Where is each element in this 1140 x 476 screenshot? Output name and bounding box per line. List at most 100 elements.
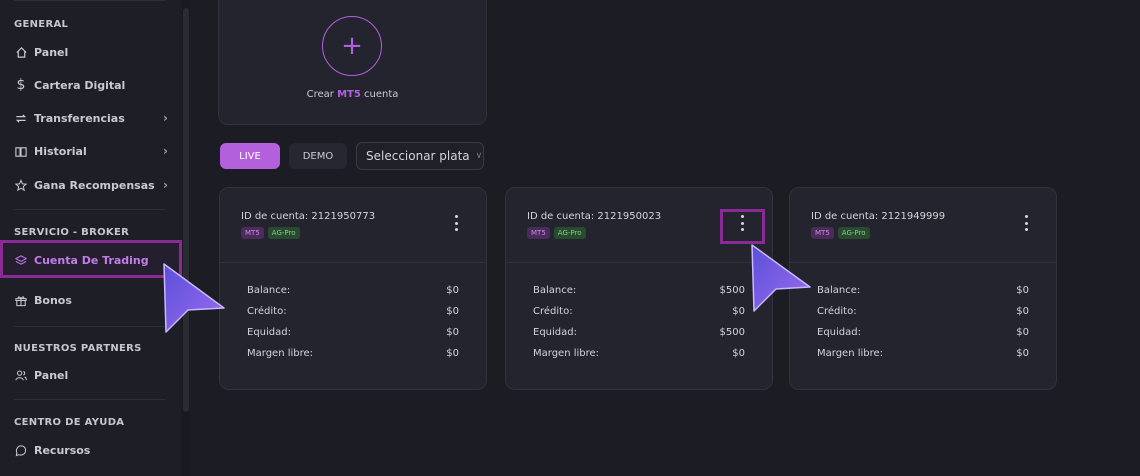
- more-options-icon[interactable]: [1022, 215, 1030, 231]
- row-balance: Balance: $0: [817, 285, 1029, 299]
- card-divider: [220, 262, 486, 263]
- row-label: Balance:: [817, 285, 861, 296]
- row-value: $0: [1016, 285, 1029, 296]
- gift-icon: [14, 293, 28, 307]
- cursor-arrow-icon: [163, 263, 225, 333]
- sidebar-divider: [14, 399, 166, 400]
- tab-demo[interactable]: DEMO: [289, 143, 347, 169]
- row-value: $0: [1016, 348, 1029, 359]
- sidebar-item-cuenta-de-trading[interactable]: Cuenta De Trading: [14, 250, 168, 270]
- row-value: $0: [446, 306, 459, 317]
- row-value: $500: [719, 285, 745, 296]
- sidebar-item-transferencias[interactable]: Transferencias ›: [14, 108, 168, 128]
- sidebar-item-panel[interactable]: Panel: [14, 42, 168, 62]
- create-account-label: Crear MT5 cuenta: [219, 89, 486, 100]
- sidebar-item-label: Historial: [34, 144, 87, 158]
- row-label: Equidad:: [533, 327, 577, 338]
- sidebar-divider: [14, 326, 166, 327]
- sidebar-item-label: Recursos: [34, 443, 91, 457]
- badge-mt5: MT5: [527, 227, 550, 239]
- sidebar-item-label: Cartera Digital: [34, 78, 126, 92]
- row-value: $0: [1016, 306, 1029, 317]
- sidebar-item-bonos[interactable]: Bonos: [14, 290, 168, 310]
- sidebar-item-label: Gana Recompensas: [34, 178, 155, 192]
- account-id: ID de cuenta: 2121950773: [241, 211, 376, 222]
- sidebar-item-gana-recompensas[interactable]: Gana Recompensas ›: [14, 175, 168, 195]
- badge-ag-pro: AG-Pro: [837, 227, 870, 239]
- chevron-right-icon: ›: [163, 144, 168, 158]
- dollar-icon: $: [16, 77, 26, 93]
- row-equidad: Equidad: $0: [247, 327, 459, 341]
- row-label: Balance:: [533, 285, 577, 296]
- row-label: Crédito:: [533, 306, 573, 317]
- account-card[interactable]: ID de cuenta: 2121950773 MT5 AG-Pro Bala…: [219, 187, 487, 390]
- row-margen-libre: Margen libre: $0: [533, 348, 745, 362]
- create-platform: MT5: [337, 89, 361, 100]
- badge-mt5: MT5: [241, 227, 264, 239]
- row-equidad: Equidad: $0: [817, 327, 1029, 341]
- card-divider: [506, 262, 772, 263]
- create-account-card[interactable]: + Crear MT5 cuenta: [218, 0, 487, 125]
- sidebar-item-label: Panel: [34, 368, 69, 382]
- create-prefix: Crear: [306, 89, 334, 100]
- row-value: $0: [446, 285, 459, 296]
- row-label: Equidad:: [247, 327, 291, 338]
- sidebar-item-cartera-digital[interactable]: $ Cartera Digital: [14, 75, 168, 95]
- create-suffix: cuenta: [364, 89, 399, 100]
- row-balance: Balance: $500: [533, 285, 745, 299]
- cursor-arrow-icon: [751, 244, 811, 312]
- row-value: $0: [732, 348, 745, 359]
- account-id: ID de cuenta: 2121950023: [527, 211, 662, 222]
- sidebar-item-label: Panel: [34, 45, 69, 59]
- badge-ag-pro: AG-Pro: [553, 227, 586, 239]
- account-card[interactable]: ID de cuenta: 2121949999 MT5 AG-Pro Bala…: [789, 187, 1057, 390]
- row-value: $500: [719, 327, 745, 338]
- badge-ag-pro: AG-Pro: [267, 227, 300, 239]
- row-margen-libre: Margen libre: $0: [817, 348, 1029, 362]
- sidebar-item-label: Transferencias: [34, 111, 125, 125]
- sidebar-divider: [14, 0, 166, 1]
- sidebar-item-label: Bonos: [34, 293, 72, 307]
- row-value: $0: [446, 327, 459, 338]
- users-icon: [14, 368, 28, 382]
- row-value: $0: [446, 348, 459, 359]
- chevron-down-icon: ∨: [475, 151, 483, 161]
- row-label: Balance:: [247, 285, 291, 296]
- sidebar-item-historial[interactable]: Historial ›: [14, 141, 168, 161]
- sidebar-scrollbar-thumb[interactable]: [183, 8, 189, 412]
- row-equidad: Equidad: $500: [533, 327, 745, 341]
- chevron-right-icon: ›: [163, 111, 168, 125]
- section-title-nuestros-partners: NUESTROS PARTNERS: [14, 343, 142, 354]
- book-icon: [14, 144, 28, 158]
- row-label: Margen libre:: [533, 348, 600, 359]
- more-options-icon[interactable]: [452, 215, 460, 231]
- row-value: $0: [732, 306, 745, 317]
- platform-select-value: Seleccionar plata: [366, 149, 470, 163]
- row-credito: Crédito: $0: [817, 306, 1029, 320]
- card-divider: [790, 262, 1056, 263]
- sidebar-item-partners-panel[interactable]: Panel: [14, 365, 168, 385]
- row-label: Crédito:: [247, 306, 287, 317]
- badge-mt5: MT5: [811, 227, 834, 239]
- sidebar-item-recursos[interactable]: Recursos: [14, 440, 168, 460]
- platform-select[interactable]: Seleccionar plata ∨: [356, 142, 484, 170]
- section-title-servicio-broker: SERVICIO - BROKER: [14, 227, 130, 238]
- star-icon: [14, 178, 28, 192]
- sidebar-divider: [14, 209, 166, 210]
- help-icon: [14, 443, 28, 457]
- plus-icon[interactable]: +: [322, 16, 382, 76]
- chevron-right-icon: ›: [163, 178, 168, 192]
- sidebar-item-label: Cuenta De Trading: [34, 253, 149, 267]
- row-label: Crédito:: [817, 306, 857, 317]
- row-value: $0: [1016, 327, 1029, 338]
- row-margen-libre: Margen libre: $0: [247, 348, 459, 362]
- tab-live[interactable]: LIVE: [220, 143, 280, 169]
- section-title-centro-de-ayuda: CENTRO DE AYUDA: [14, 417, 125, 428]
- sidebar: [0, 0, 180, 476]
- row-label: Margen libre:: [247, 348, 314, 359]
- section-title-general: GENERAL: [14, 19, 69, 30]
- row-credito: Crédito: $0: [533, 306, 745, 320]
- row-label: Equidad:: [817, 327, 861, 338]
- account-id: ID de cuenta: 2121949999: [811, 211, 946, 222]
- row-balance: Balance: $0: [247, 285, 459, 299]
